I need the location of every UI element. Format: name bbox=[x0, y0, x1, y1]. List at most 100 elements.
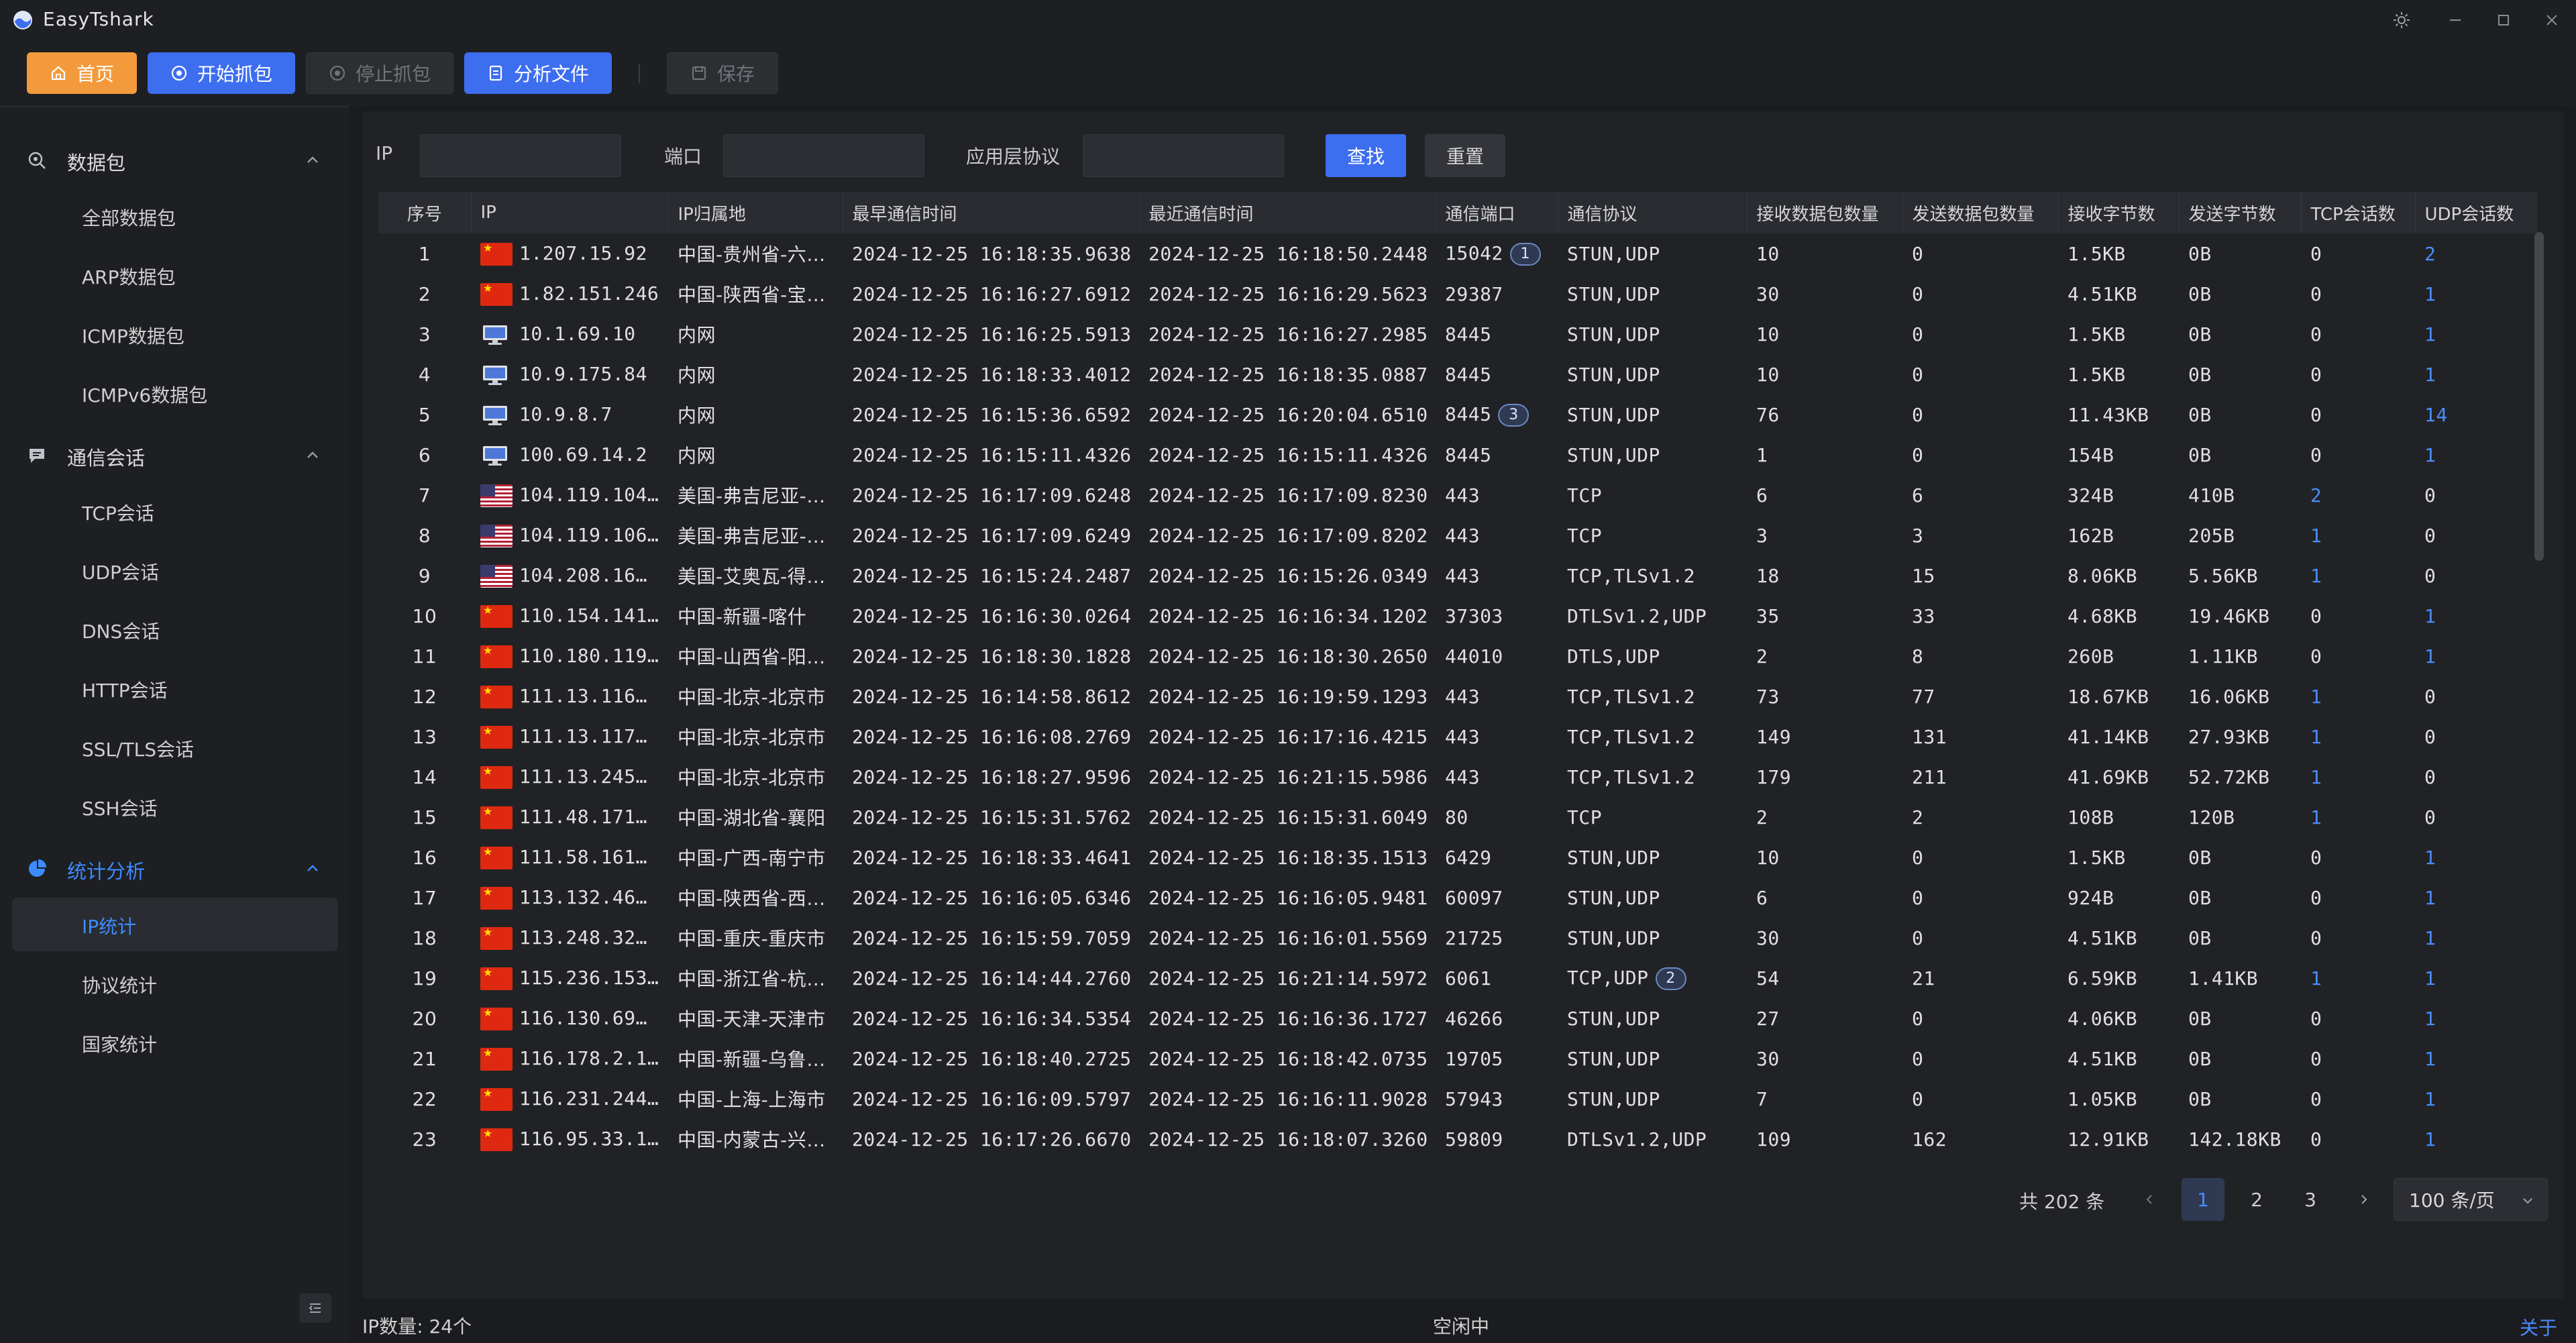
table-row[interactable]: 15 111.48.171… 中国-湖北省-襄阳 2024-12-25 16:1… bbox=[378, 797, 2537, 837]
sidebar-item-arp[interactable]: ARP数据包 bbox=[12, 248, 338, 302]
table-row[interactable]: 8 104.119.106… 美国-弗吉尼亚-… 2024-12-25 16:1… bbox=[378, 515, 2537, 555]
column-header[interactable]: IP归属地 bbox=[668, 192, 843, 233]
cell-udp-sessions[interactable]: 1 bbox=[2415, 837, 2537, 877]
minimize-icon[interactable] bbox=[2440, 5, 2470, 35]
port-count-badge[interactable]: 3 bbox=[1498, 403, 1529, 427]
sidebar-item-ssh[interactable]: SSH会话 bbox=[12, 780, 338, 833]
cell-tcp-sessions[interactable]: 1 bbox=[2301, 515, 2415, 555]
table-row[interactable]: 12 111.13.116… 中国-北京-北京市 2024-12-25 16:1… bbox=[378, 676, 2537, 716]
column-header[interactable]: 通信端口 bbox=[1436, 192, 1558, 233]
column-header[interactable]: 最近通信时间 bbox=[1139, 192, 1436, 233]
port-filter-input[interactable] bbox=[723, 134, 924, 177]
table-row[interactable]: 17 113.132.46… 中国-陕西省-西… 2024-12-25 16:1… bbox=[378, 877, 2537, 918]
sidebar-item-all-packets[interactable]: 全部数据包 bbox=[12, 189, 338, 243]
column-header[interactable]: IP bbox=[471, 192, 669, 233]
cell-tcp-sessions[interactable]: 1 bbox=[2301, 757, 2415, 797]
sidebar-item-tcp[interactable]: TCP会话 bbox=[12, 484, 338, 538]
column-header[interactable]: 序号 bbox=[378, 192, 472, 233]
table-row[interactable]: 5 10.9.8.7 内网 2024-12-25 16:15:36.6592 2… bbox=[378, 394, 2537, 435]
table-row[interactable]: 21 116.178.2.1… 中国-新疆-乌鲁… 2024-12-25 16:… bbox=[378, 1038, 2537, 1079]
table-row[interactable]: 7 104.119.104… 美国-弗吉尼亚-… 2024-12-25 16:1… bbox=[378, 475, 2537, 515]
save-button[interactable]: 保存 bbox=[667, 52, 778, 94]
reset-button[interactable]: 重置 bbox=[1425, 134, 1505, 177]
sidebar-item-protocol-stats[interactable]: 协议统计 bbox=[12, 957, 338, 1010]
cell-tcp-sessions[interactable]: 1 bbox=[2301, 676, 2415, 716]
column-header[interactable]: 最早通信时间 bbox=[843, 192, 1140, 233]
sidebar-item-http[interactable]: HTTP会话 bbox=[12, 661, 338, 715]
cell-udp-sessions[interactable]: 1 bbox=[2415, 596, 2537, 636]
sidebar-item-ip-stats[interactable]: IP统计 bbox=[12, 898, 338, 951]
cell-udp-sessions[interactable]: 1 bbox=[2415, 354, 2537, 394]
sidebar-group-statistics[interactable]: 统计分析 bbox=[0, 839, 349, 898]
cell-tcp-sessions[interactable]: 1 bbox=[2301, 555, 2415, 596]
column-header[interactable]: UDP会话数 bbox=[2415, 192, 2537, 233]
table-row[interactable]: 13 111.13.117… 中国-北京-北京市 2024-12-25 16:1… bbox=[378, 716, 2537, 757]
column-header[interactable]: 接收数据包数量 bbox=[1747, 192, 1903, 233]
page-size-select[interactable]: 100 条/页 bbox=[2394, 1178, 2548, 1221]
sidebar-item-ssl-tls[interactable]: SSL/TLS会话 bbox=[12, 720, 338, 774]
sidebar-group-sessions[interactable]: 通信会话 bbox=[0, 425, 349, 484]
table-row[interactable]: 6 100.69.14.2 内网 2024-12-25 16:15:11.432… bbox=[378, 435, 2537, 475]
collapse-sidebar-button[interactable] bbox=[299, 1293, 331, 1323]
cell-tcp-sessions[interactable]: 2 bbox=[2301, 475, 2415, 515]
start-capture-button[interactable]: 开始抓包 bbox=[148, 52, 295, 94]
table-row[interactable]: 16 111.58.161… 中国-广西-南宁市 2024-12-25 16:1… bbox=[378, 837, 2537, 877]
protocol-count-badge[interactable]: 2 bbox=[1655, 967, 1686, 990]
sidebar-item-udp[interactable]: UDP会话 bbox=[12, 543, 338, 597]
table-row[interactable]: 4 10.9.175.84 内网 2024-12-25 16:18:33.401… bbox=[378, 354, 2537, 394]
ip-filter-input[interactable] bbox=[420, 134, 621, 177]
table-row[interactable]: 22 116.231.244… 中国-上海-上海市 2024-12-25 16:… bbox=[378, 1079, 2537, 1119]
cell-udp-sessions[interactable]: 1 bbox=[2415, 636, 2537, 676]
cell-udp-sessions[interactable]: 2 bbox=[2415, 233, 2537, 274]
table-row[interactable]: 19 115.236.153… 中国-浙江省-杭… 2024-12-25 16:… bbox=[378, 958, 2537, 998]
cell-udp-sessions[interactable]: 1 bbox=[2415, 435, 2537, 475]
cell-udp-sessions[interactable]: 1 bbox=[2415, 877, 2537, 918]
maximize-icon[interactable] bbox=[2489, 5, 2518, 35]
sidebar-item-dns[interactable]: DNS会话 bbox=[12, 602, 338, 656]
table-row[interactable]: 9 104.208.16… 美国-艾奥瓦-得… 2024-12-25 16:15… bbox=[378, 555, 2537, 596]
cell-udp-sessions[interactable]: 1 bbox=[2415, 958, 2537, 998]
cell-udp-sessions[interactable]: 1 bbox=[2415, 918, 2537, 958]
cell-tcp-sessions[interactable]: 1 bbox=[2301, 797, 2415, 837]
column-header[interactable]: 发送字节数 bbox=[2179, 192, 2302, 233]
column-header[interactable]: 接收字节数 bbox=[2058, 192, 2180, 233]
port-count-badge[interactable]: 1 bbox=[1509, 242, 1541, 266]
cell-udp-sessions[interactable]: 1 bbox=[2415, 1079, 2537, 1119]
next-page-button[interactable] bbox=[2343, 1178, 2385, 1221]
sidebar-item-icmpv6[interactable]: ICMPv6数据包 bbox=[12, 366, 338, 420]
theme-toggle-icon[interactable] bbox=[2387, 5, 2416, 35]
column-header[interactable]: TCP会话数 bbox=[2301, 192, 2416, 233]
table-row[interactable]: 2 1.82.151.246 中国-陕西省-宝… 2024-12-25 16:1… bbox=[378, 274, 2537, 314]
cell-udp-sessions[interactable]: 1 bbox=[2415, 314, 2537, 354]
analyze-file-button[interactable]: 分析文件 bbox=[464, 52, 612, 94]
cell-tcp-sessions[interactable]: 1 bbox=[2301, 716, 2415, 757]
cell-udp-sessions[interactable]: 1 bbox=[2415, 998, 2537, 1038]
search-button[interactable]: 查找 bbox=[1326, 134, 1406, 177]
sidebar-item-icmp[interactable]: ICMP数据包 bbox=[12, 307, 338, 361]
table-row[interactable]: 11 110.180.119… 中国-山西省-阳… 2024-12-25 16:… bbox=[378, 636, 2537, 676]
table-row[interactable]: 10 110.154.141… 中国-新疆-喀什 2024-12-25 16:1… bbox=[378, 596, 2537, 636]
table-row[interactable]: 1 1.207.15.92 中国-贵州省-六… 2024-12-25 16:18… bbox=[378, 233, 2537, 274]
column-header[interactable]: 发送数据包数量 bbox=[1902, 192, 2059, 233]
table-row[interactable]: 20 116.130.69… 中国-天津-天津市 2024-12-25 16:1… bbox=[378, 998, 2537, 1038]
stop-capture-button[interactable]: 停止抓包 bbox=[306, 52, 453, 94]
table-row[interactable]: 18 113.248.32… 中国-重庆-重庆市 2024-12-25 16:1… bbox=[378, 918, 2537, 958]
cell-tcp-sessions[interactable]: 1 bbox=[2301, 958, 2415, 998]
protocol-filter-input[interactable] bbox=[1083, 134, 1284, 177]
about-link[interactable]: 关于 bbox=[2520, 1313, 2557, 1340]
close-icon[interactable] bbox=[2537, 5, 2567, 35]
cell-udp-sessions[interactable]: 14 bbox=[2415, 394, 2537, 435]
page-button-1[interactable]: 1 bbox=[2182, 1178, 2224, 1221]
column-header[interactable]: 通信协议 bbox=[1558, 192, 1748, 233]
cell-udp-sessions[interactable]: 1 bbox=[2415, 1119, 2537, 1155]
table-row[interactable]: 23 116.95.33.1… 中国-内蒙古-兴… 2024-12-25 16:… bbox=[378, 1119, 2537, 1155]
table-scrollbar[interactable] bbox=[2534, 232, 2544, 561]
prev-page-button[interactable] bbox=[2128, 1178, 2171, 1221]
cell-udp-sessions[interactable]: 1 bbox=[2415, 274, 2537, 314]
page-button-3[interactable]: 3 bbox=[2289, 1178, 2332, 1221]
sidebar-group-packets[interactable]: 数据包 bbox=[0, 130, 349, 189]
cell-udp-sessions[interactable]: 1 bbox=[2415, 1038, 2537, 1079]
table-row[interactable]: 3 10.1.69.10 内网 2024-12-25 16:16:25.5913… bbox=[378, 314, 2537, 354]
table-row[interactable]: 14 111.13.245… 中国-北京-北京市 2024-12-25 16:1… bbox=[378, 757, 2537, 797]
sidebar-item-country-stats[interactable]: 国家统计 bbox=[12, 1016, 338, 1069]
